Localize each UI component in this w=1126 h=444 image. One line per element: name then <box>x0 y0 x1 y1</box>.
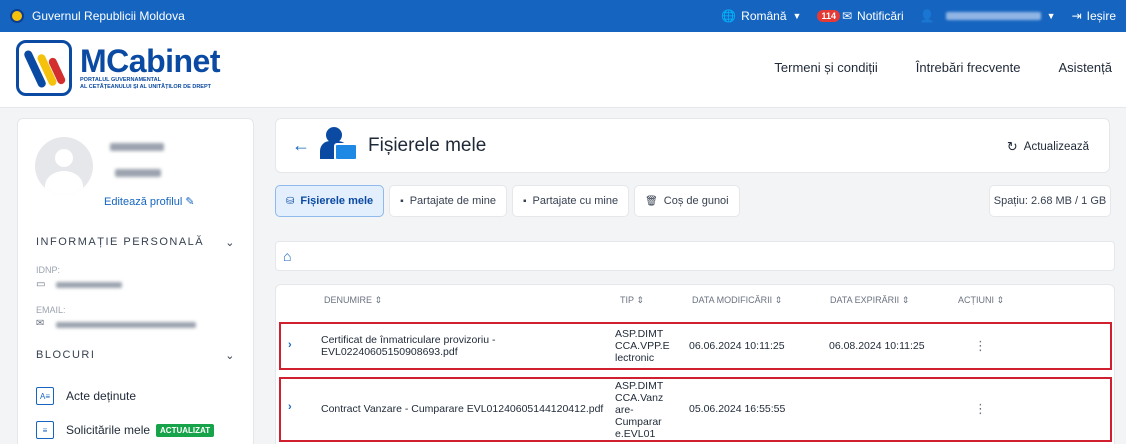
language-label: Română <box>741 9 787 23</box>
chevron-down-icon: ▼ <box>1046 11 1056 21</box>
id-card-icon: ▭ <box>36 279 46 290</box>
tab-label: Coș de gunoi <box>663 195 729 207</box>
edit-profile-link[interactable]: Editează profilul ✎ <box>104 195 195 208</box>
back-arrow-icon[interactable]: ← <box>292 135 310 156</box>
blocks-toggle[interactable]: BLOCURI ⌄ <box>36 349 236 362</box>
nav-support-link[interactable]: Asistență <box>1059 60 1112 75</box>
user-icon: 👤 <box>919 9 935 23</box>
page-title: Fișierele mele <box>368 135 487 156</box>
email-label: EMAIL: <box>36 305 66 315</box>
id-card-icon: A≡ <box>36 387 54 405</box>
file-name[interactable]: Contract Vanzare - Cumparare EVL01240605… <box>321 403 611 415</box>
logout-label: Ieșire <box>1086 9 1116 23</box>
nav-faq-link[interactable]: Întrebări frecvente <box>916 60 1021 75</box>
breadcrumb: ⌂ <box>275 241 1115 271</box>
language-selector[interactable]: 🌐 Română ▼ <box>721 9 801 23</box>
user-name-redacted <box>945 12 1041 20</box>
drive-icon: ⛁ <box>286 195 295 207</box>
globe-icon: 🌐 <box>721 9 737 23</box>
sidebar-item-label: Acte deținute <box>66 389 137 403</box>
logo-title: MCabinet <box>80 43 221 79</box>
refresh-button[interactable]: ↻ Actualizează <box>1007 139 1089 155</box>
notifications-label: Notificări <box>857 9 904 23</box>
notification-count-badge: 114 <box>817 10 840 22</box>
pencil-icon: ✎ <box>185 196 195 208</box>
idnp-value-redacted <box>56 282 122 288</box>
refresh-label: Actualizează <box>1023 141 1089 153</box>
shared-folder-icon: ▪ <box>522 195 527 207</box>
user-name-redacted <box>110 143 164 151</box>
edit-profile-label: Editează profilul <box>104 196 183 208</box>
personal-info-heading: INFORMAȚIE PERSONALĂ <box>36 236 205 248</box>
document-icon: ≡ <box>36 421 54 439</box>
nav-terms-link[interactable]: Termeni și condiții <box>774 60 877 75</box>
gov-title[interactable]: Guvernul Republicii Moldova <box>32 9 185 23</box>
user-surname-redacted <box>115 169 161 177</box>
logout-button[interactable]: ⇥ Ieșire <box>1072 9 1116 23</box>
tab-shared-with-me[interactable]: ▪ Partajate cu mine <box>511 185 630 217</box>
envelope-icon: ✉ <box>841 9 853 23</box>
file-tabs: ⛁ Fișierele mele ▪ Partajate de mine ▪ P… <box>275 185 745 217</box>
more-actions-icon[interactable]: ⋮ <box>974 401 987 417</box>
user-menu[interactable]: 👤 ▼ <box>920 9 1056 23</box>
mcabinet-logo-icon <box>16 40 72 96</box>
sidebar-item-acte[interactable]: A≡ Acte deținute <box>36 387 136 405</box>
column-header-type[interactable]: TIP ⇕ <box>620 295 644 306</box>
personal-info-toggle[interactable]: INFORMAȚIE PERSONALĂ ⌄ <box>36 236 236 249</box>
tab-label: Partajate cu mine <box>532 195 619 207</box>
gov-top-bar: Guvernul Republicii Moldova 🌐 Română ▼ 1… <box>0 0 1126 32</box>
refresh-icon: ↻ <box>1006 139 1018 154</box>
envelope-icon: ✉ <box>36 318 45 329</box>
chevron-down-icon: ⌄ <box>225 350 236 362</box>
chevron-right-icon[interactable]: › <box>288 339 292 351</box>
site-header: MCabinet Portalul guvernamental al cetăț… <box>0 32 1126 108</box>
file-modified: 06.06.2024 10:11:25 <box>689 340 785 352</box>
tab-trash[interactable]: 🗑 Coș de gunoi <box>634 185 740 217</box>
moldova-emblem-icon <box>10 9 24 23</box>
column-header-actions: ACȚIUNI ⇕ <box>958 295 1005 305</box>
tab-shared-by-me[interactable]: ▪ Partajate de mine <box>389 185 507 217</box>
more-actions-icon[interactable]: ⋮ <box>974 338 987 354</box>
idnp-label: IDNP: <box>36 265 61 275</box>
sidebar-item-solicitari[interactable]: ≡ Solicitările mele ACTUALIZAT <box>36 421 215 439</box>
logout-icon: ⇥ <box>1071 9 1082 23</box>
notifications-button[interactable]: 114 ✉ Notificări <box>817 9 904 23</box>
storage-usage: Spațiu: 2.68 MB / 1 GB <box>989 185 1111 217</box>
file-type: ASP.DIMT CCA.VPP.E lectronic <box>615 328 670 364</box>
header-nav: Termeni și condiții Întrebări frecvente … <box>736 60 1112 75</box>
table-row[interactable]: › Certificat de înmatriculare provizoriu… <box>279 322 1112 370</box>
column-header-expires[interactable]: DATA EXPIRĂRII ⇕ <box>830 295 909 306</box>
chevron-right-icon[interactable]: › <box>288 401 292 413</box>
my-files-icon <box>320 127 358 165</box>
home-icon[interactable]: ⌂ <box>283 248 291 264</box>
tab-label: Fișierele mele <box>300 195 374 207</box>
shared-folder-icon: ▪ <box>400 195 404 207</box>
files-table: DENUMIRE ⇕ TIP ⇕ DATA MODIFICĂRII ⇕ DATA… <box>275 284 1115 444</box>
file-name[interactable]: Certificat de înmatriculare provizoriu -… <box>321 334 551 358</box>
avatar <box>35 137 93 195</box>
column-header-name[interactable]: DENUMIRE ⇕ <box>324 295 382 306</box>
trash-icon: 🗑 <box>645 195 658 207</box>
tab-my-files[interactable]: ⛁ Fișierele mele <box>275 185 385 217</box>
file-expires: 06.08.2024 10:11:25 <box>829 340 925 352</box>
column-header-modified[interactable]: DATA MODIFICĂRII ⇕ <box>692 295 782 306</box>
profile-sidebar: Editează profilul ✎ INFORMAȚIE PERSONALĂ… <box>17 118 254 444</box>
chevron-down-icon: ▼ <box>792 11 802 21</box>
status-badge: ACTUALIZAT <box>156 423 215 437</box>
file-modified: 05.06.2024 16:55:55 <box>689 403 786 415</box>
tab-label: Partajate de mine <box>409 195 496 207</box>
mcabinet-logo[interactable]: MCabinet Portalul guvernamental al cetăț… <box>16 40 221 96</box>
email-value-redacted <box>56 322 196 328</box>
file-type: ASP.DIMT CCA.Vanz are- Cumparar e.EVL01 <box>615 380 664 440</box>
page-title-bar: ← Fișierele mele ↻ Actualizează <box>275 118 1110 173</box>
table-row[interactable]: › Contract Vanzare - Cumparare EVL012406… <box>279 377 1112 442</box>
sidebar-item-label: Solicitările mele <box>66 423 151 437</box>
chevron-down-icon: ⌄ <box>225 237 236 249</box>
blocks-heading: BLOCURI <box>36 349 96 361</box>
logo-subtitle-2: al cetățeanului și al unităților de drep… <box>80 84 211 90</box>
